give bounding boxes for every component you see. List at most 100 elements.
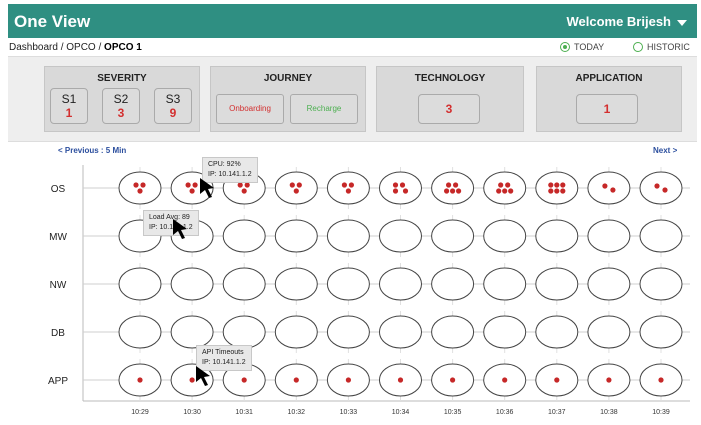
- status-cell[interactable]: [483, 171, 527, 205]
- time-tick-label: 10:37: [548, 409, 566, 416]
- status-cell[interactable]: [587, 267, 631, 301]
- alert-dot: [453, 182, 459, 188]
- alert-dot: [548, 188, 554, 194]
- status-cell[interactable]: [431, 267, 475, 301]
- today-radio[interactable]: TODAY: [560, 42, 604, 52]
- alert-dot: [446, 182, 452, 188]
- alert-dot: [496, 188, 502, 194]
- alert-dot: [560, 182, 566, 188]
- status-cell[interactable]: [118, 171, 162, 205]
- severity-s1-button[interactable]: S1 1: [50, 88, 88, 124]
- status-cell[interactable]: [222, 315, 266, 349]
- alert-dot: [554, 188, 560, 194]
- status-cell[interactable]: [639, 315, 683, 349]
- api-tooltip: API Timeouts IP: 10.141.1.2: [196, 345, 252, 371]
- alert-dot: [289, 182, 295, 188]
- application-title: APPLICATION: [575, 73, 643, 84]
- severity-s2-button[interactable]: S2 3: [102, 88, 140, 124]
- status-cell[interactable]: [483, 219, 527, 253]
- status-cell[interactable]: [118, 315, 162, 349]
- status-cell[interactable]: [587, 219, 631, 253]
- status-cell[interactable]: [379, 171, 422, 205]
- technology-title: TECHNOLOGY: [414, 73, 486, 84]
- severity-label: S2: [113, 92, 129, 106]
- alert-dot: [508, 188, 514, 194]
- status-cell[interactable]: [326, 267, 370, 301]
- status-cell[interactable]: [639, 171, 683, 205]
- status-cell[interactable]: [587, 315, 631, 349]
- application-count-button[interactable]: 1: [576, 94, 638, 124]
- status-cell[interactable]: [274, 219, 318, 253]
- time-tick-label: 10:34: [392, 409, 410, 416]
- time-tick-label: 10:39: [652, 409, 670, 416]
- status-cell[interactable]: [274, 267, 318, 301]
- alert-dot: [293, 377, 299, 383]
- historic-radio[interactable]: HISTORIC: [633, 42, 690, 52]
- status-cell[interactable]: [639, 267, 683, 301]
- alert-dot: [402, 188, 409, 194]
- status-cell[interactable]: [274, 315, 318, 349]
- alert-dot: [241, 188, 247, 194]
- status-cell[interactable]: [535, 315, 579, 349]
- status-cell[interactable]: [379, 315, 422, 349]
- status-cell[interactable]: [326, 219, 370, 253]
- alert-dot: [137, 188, 143, 194]
- row-label: NW: [50, 280, 67, 291]
- recharge-button[interactable]: Recharge: [290, 94, 358, 124]
- alert-dot: [502, 377, 508, 383]
- time-tick-label: 10:36: [496, 409, 514, 416]
- status-cell[interactable]: [483, 267, 527, 301]
- status-cell[interactable]: [326, 171, 370, 205]
- alert-dot: [444, 188, 450, 194]
- status-cell[interactable]: [535, 267, 579, 301]
- technology-count-button[interactable]: 3: [418, 94, 480, 124]
- status-cell[interactable]: [170, 267, 214, 301]
- status-cell[interactable]: [483, 315, 527, 349]
- radio-empty-icon: [633, 42, 643, 52]
- tooltip-line: CPU: 92%: [208, 161, 241, 168]
- status-cell[interactable]: [170, 315, 214, 349]
- status-cell[interactable]: [379, 267, 422, 301]
- status-cell[interactable]: [379, 219, 422, 253]
- status-cell[interactable]: [222, 219, 266, 253]
- status-cell[interactable]: [431, 171, 475, 205]
- status-cell[interactable]: [535, 219, 579, 253]
- tooltip-line: Load Avg: 89: [149, 214, 190, 221]
- radio-selected-icon: [560, 42, 570, 52]
- alert-dot: [241, 377, 247, 383]
- alert-dot: [140, 182, 146, 188]
- alert-dot: [560, 188, 566, 194]
- onboarding-button[interactable]: Onboarding: [216, 94, 284, 124]
- next-link[interactable]: Next >: [653, 146, 677, 155]
- time-tick-label: 10:30: [183, 409, 201, 416]
- tooltip-line: IP: 10.141.1.2: [149, 224, 193, 231]
- tooltip-line: IP: 10.141.1.2: [202, 359, 246, 366]
- journey-title: JOURNEY: [263, 73, 313, 84]
- alert-dot: [348, 182, 354, 188]
- status-cell[interactable]: [431, 219, 475, 253]
- status-cell[interactable]: [431, 315, 475, 349]
- breadcrumb-path[interactable]: Dashboard / OPCO /: [9, 42, 104, 53]
- time-tick-label: 10:31: [235, 409, 253, 416]
- row-label: APP: [48, 376, 68, 387]
- previous-link[interactable]: < Previous : 5 Min: [58, 146, 126, 155]
- status-cell[interactable]: [274, 171, 318, 205]
- severity-s3-button[interactable]: S3 9: [154, 88, 192, 124]
- time-tick-label: 10:29: [131, 409, 149, 416]
- status-cell[interactable]: [587, 171, 631, 205]
- status-cell[interactable]: [118, 267, 162, 301]
- user-menu[interactable]: Welcome Brijesh: [566, 14, 687, 29]
- alert-dot: [502, 188, 508, 194]
- alert-dot: [244, 182, 250, 188]
- status-grid: OS MW NW DB APP 10:29 10:30 10:31 10:32 10:33 10:3…: [48, 165, 690, 416]
- status-cell[interactable]: [326, 315, 370, 349]
- alert-dot: [192, 182, 198, 188]
- tooltip-line: IP: 10.141.1.2: [208, 171, 252, 178]
- severity-count: 3: [117, 106, 125, 120]
- status-cell[interactable]: [535, 171, 579, 205]
- breadcrumb-current: OPCO 1: [104, 42, 142, 53]
- alert-dot: [399, 182, 406, 188]
- status-cell[interactable]: [639, 219, 683, 253]
- status-cell[interactable]: [222, 267, 266, 301]
- today-label: TODAY: [574, 42, 605, 52]
